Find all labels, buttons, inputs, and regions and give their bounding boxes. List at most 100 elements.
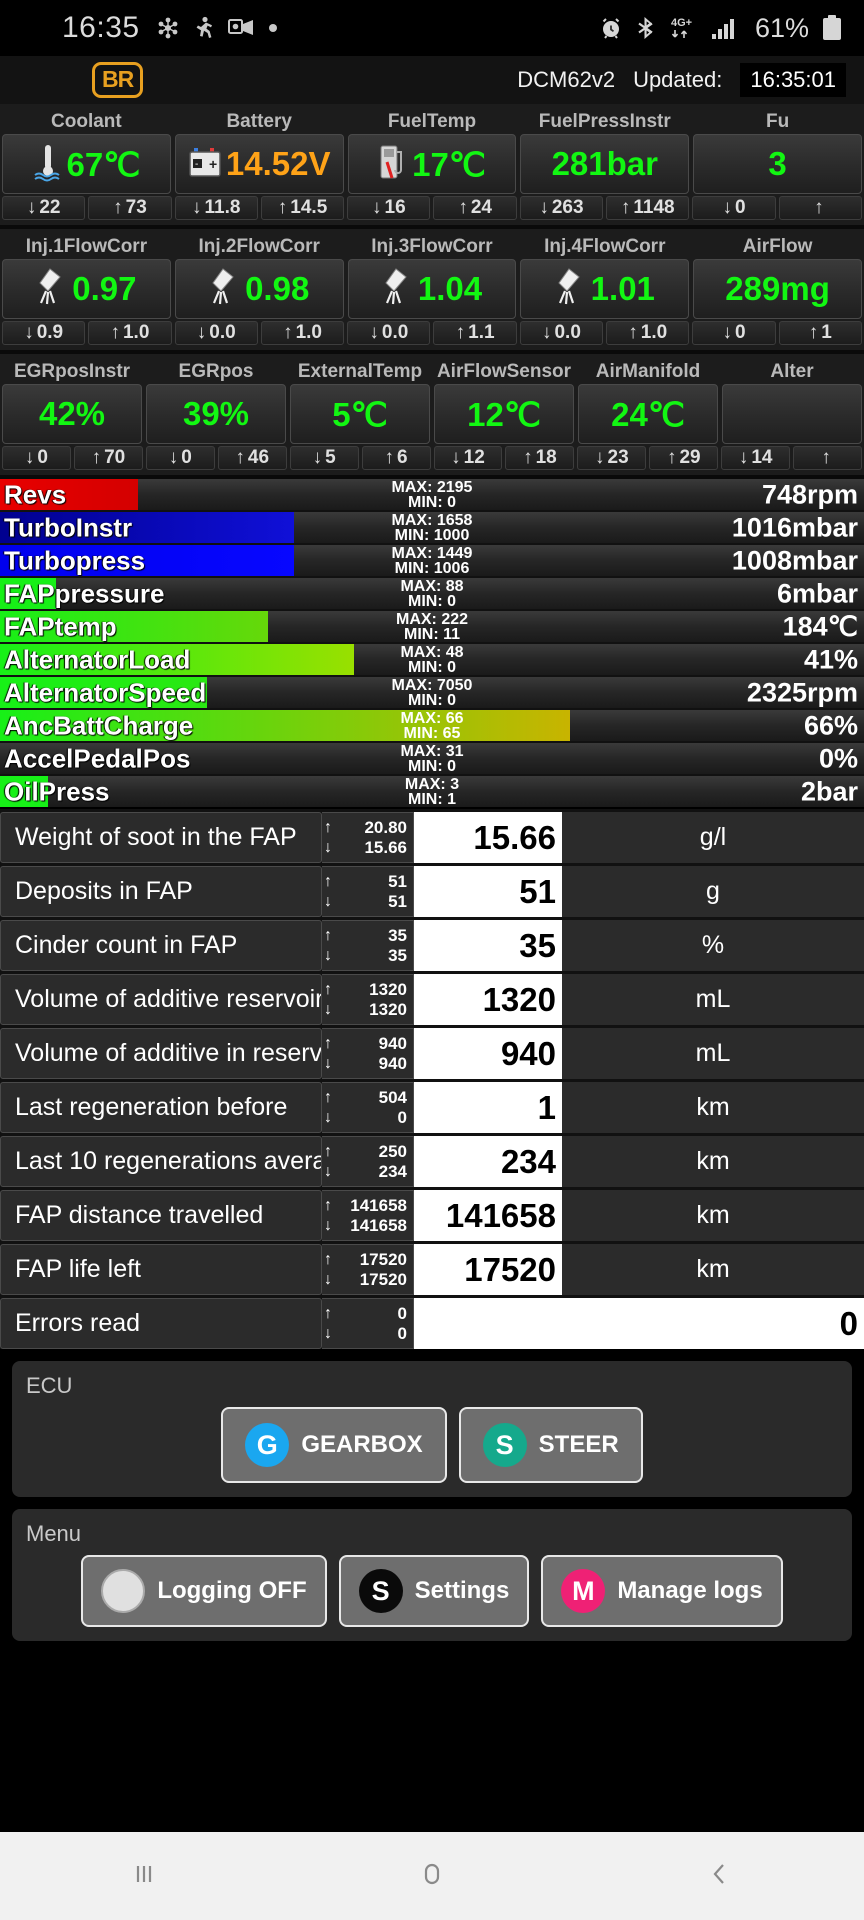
- gauge-max: ↑ 18: [505, 446, 575, 470]
- back-icon[interactable]: [703, 1857, 737, 1896]
- ecu-button-steer[interactable]: S STEER: [458, 1407, 643, 1483]
- gauge-min: ↓ 0: [145, 446, 215, 470]
- bar-gauge-row[interactable]: OilPress MAX: 3 MIN: 1 2bar: [0, 776, 864, 807]
- bar-max: MAX: 2195: [391, 479, 473, 496]
- gauge-readout[interactable]: 24℃: [578, 384, 718, 444]
- fap-table-row[interactable]: FAP life left ↑ 17520 ↓ 17520 17520 km: [0, 1244, 864, 1295]
- battery-percent: 61%: [754, 12, 809, 43]
- gauge-value: 17℃: [412, 145, 486, 183]
- recents-icon[interactable]: [127, 1857, 161, 1896]
- gauge-title: AirFlowSensor: [436, 361, 572, 382]
- fap-table-row[interactable]: Last 10 regenerations average ↑ 250 ↓ 234 234…: [0, 1136, 864, 1187]
- arrow-up-icon: ↑: [324, 1088, 332, 1106]
- gauge-readout[interactable]: 1.01: [520, 259, 690, 319]
- bar-gauge-row[interactable]: FAPtemp MAX: 222 MIN: 11 184℃: [0, 611, 864, 642]
- fap-table-row[interactable]: Deposits in FAP ↑ 51 ↓ 51 51 g: [0, 866, 864, 917]
- fap-max-value: 504: [378, 1087, 407, 1107]
- bar-current-value: 66%: [803, 710, 858, 740]
- gauge-readout[interactable]: 289mg: [693, 259, 862, 319]
- gauge-min: ↓ 0: [692, 321, 776, 345]
- arrow-down-icon: ↓: [192, 197, 202, 218]
- gauge-max-value: 1: [821, 322, 832, 343]
- gauge-min: ↓ 5: [289, 446, 359, 470]
- gauge-readout[interactable]: 42%: [2, 384, 142, 444]
- gauge-readout[interactable]: 17℃: [347, 134, 517, 194]
- fap-table-row[interactable]: Weight of soot in the FAP ↑ 20.80 ↓ 15.66 15.…: [0, 812, 864, 863]
- fap-table-row[interactable]: Cinder count in FAP ↑ 35 ↓ 35 35%: [0, 920, 864, 971]
- menu-button-settings[interactable]: S Settings: [338, 1555, 530, 1627]
- bar-gauge-row[interactable]: AncBattCharge MAX: 66 MIN: 65 66%: [0, 710, 864, 741]
- fuel-pump-icon: [378, 142, 408, 187]
- bar-gauge-row[interactable]: AlternatorSpeed MAX: 7050 MIN: 0 2325rpm: [0, 677, 864, 708]
- gauge-min-value: 14: [751, 447, 773, 468]
- fap-max-value: 0: [397, 1303, 407, 1323]
- fap-table-row[interactable]: Last regeneration before ↑ 504 ↓ 0 1 km: [0, 1082, 864, 1133]
- gauge-readout[interactable]: 1.04: [347, 259, 517, 319]
- fap-row-label: Deposits in FAP: [0, 866, 322, 917]
- gauge-readout[interactable]: - +14.52V: [174, 134, 344, 194]
- bar-gauge-row[interactable]: AccelPedalPos MAX: 31 MIN: 0 0%: [0, 743, 864, 774]
- fap-row-label: Last regeneration before: [0, 1082, 322, 1133]
- fap-current-value: 940: [414, 1028, 562, 1079]
- gauge-readout[interactable]: 0.98: [174, 259, 344, 319]
- gauge-min: ↓ 14: [721, 446, 791, 470]
- gauge-max: ↑ 73: [88, 196, 172, 220]
- gauge-min-value: 0: [181, 447, 192, 468]
- gauge-max: ↑ 1.0: [88, 321, 172, 345]
- gauge-min-value: 0: [734, 322, 746, 343]
- bar-max: MAX: 1449: [391, 545, 473, 562]
- gauge-readout[interactable]: 5℃: [290, 384, 430, 444]
- gauge-title: Inj.2FlowCorr: [198, 236, 320, 257]
- bar-min: MIN: 0: [407, 658, 456, 675]
- app-header: BR DCM62v2 Updated: 16:35:01: [0, 56, 864, 104]
- fap-table-row[interactable]: Errors read ↑ 0 ↓ 0 0: [0, 1298, 864, 1349]
- bar-label: AlternatorSpeed: [4, 677, 207, 707]
- fap-row-minmax: ↑ 940 ↓ 940: [322, 1028, 414, 1079]
- gauge-value: 67℃: [66, 145, 141, 183]
- gauge-readout[interactable]: 3: [693, 134, 862, 194]
- arrow-down-icon: ↓: [369, 322, 379, 343]
- bar-gauge-row[interactable]: FAPpressure MAX: 88 MIN: 0 6mbar: [0, 578, 864, 609]
- arrow-down-icon: ↓: [324, 1324, 332, 1342]
- gauge-min-value: 0.9: [36, 322, 64, 343]
- svg-text:-: -: [195, 159, 198, 170]
- gauge-title: EGRposInstr: [13, 361, 131, 382]
- gauge-min: ↓ 0: [2, 446, 71, 470]
- fap-table-row[interactable]: Volume of additive in reservoir ↑ 940 ↓ 940 9…: [0, 1028, 864, 1079]
- gauge-min-value: 22: [39, 197, 61, 218]
- fap-table-row[interactable]: FAP distance travelled ↑ 141658 ↓ 141658 1416…: [0, 1190, 864, 1241]
- menu-button-logging-off[interactable]: Logging OFF: [81, 1555, 327, 1627]
- bar-gauge-row[interactable]: Revs MAX: 2195 MIN: 0 748rpm: [0, 479, 864, 510]
- gauge-readout[interactable]: [722, 384, 862, 444]
- gauge-readout[interactable]: 67℃: [2, 134, 171, 194]
- home-icon[interactable]: [415, 1857, 449, 1896]
- gauge-max-value: 29: [679, 447, 701, 468]
- android-nav-bar: [0, 1832, 864, 1920]
- arrow-up-icon: ↑: [324, 818, 332, 836]
- arrow-down-icon: ↓: [26, 197, 37, 218]
- gauge-readout[interactable]: 12℃: [434, 384, 574, 444]
- gauge-readout[interactable]: 39%: [146, 384, 286, 444]
- button-label: Settings: [414, 1577, 510, 1604]
- bar-label: FAPtemp: [4, 611, 117, 641]
- arrow-up-icon: ↑: [235, 447, 245, 468]
- gauge-readout[interactable]: 0.97: [2, 259, 171, 319]
- arrow-down-icon: ↓: [539, 197, 549, 218]
- ecu-button-gearbox[interactable]: G GEARBOX: [221, 1407, 447, 1483]
- gauge-max-value: 24: [470, 197, 492, 218]
- fap-table-row[interactable]: Volume of additive reservoir ↑ 1320 ↓ 1320 13…: [0, 974, 864, 1025]
- gauge-min-value: 0: [37, 447, 48, 468]
- arrow-down-icon: ↓: [738, 447, 749, 468]
- app-logo-br: BR: [92, 62, 144, 98]
- bar-gauge-row[interactable]: Turbopress MAX: 1449 MIN: 1006 1008mbar: [0, 545, 864, 576]
- gauge-title: FuelTemp: [387, 111, 477, 132]
- menu-button-manage-logs[interactable]: M Manage logs: [541, 1555, 783, 1627]
- fap-unit: mL: [562, 1028, 864, 1079]
- bar-gauge-row[interactable]: AlternatorLoad MAX: 48 MIN: 0 41%: [0, 644, 864, 675]
- bar-gauge-row[interactable]: TurboInstr MAX: 1658 MIN: 1000 1016mbar: [0, 512, 864, 543]
- ecu-panel-title: ECU: [26, 1373, 73, 1398]
- arrow-down-icon: ↓: [451, 447, 461, 468]
- fap-max-value: 1320: [369, 979, 407, 999]
- gauge-readout[interactable]: 281bar: [520, 134, 690, 194]
- header-right: DCM62v2 Updated: 16:35:01: [517, 63, 864, 97]
